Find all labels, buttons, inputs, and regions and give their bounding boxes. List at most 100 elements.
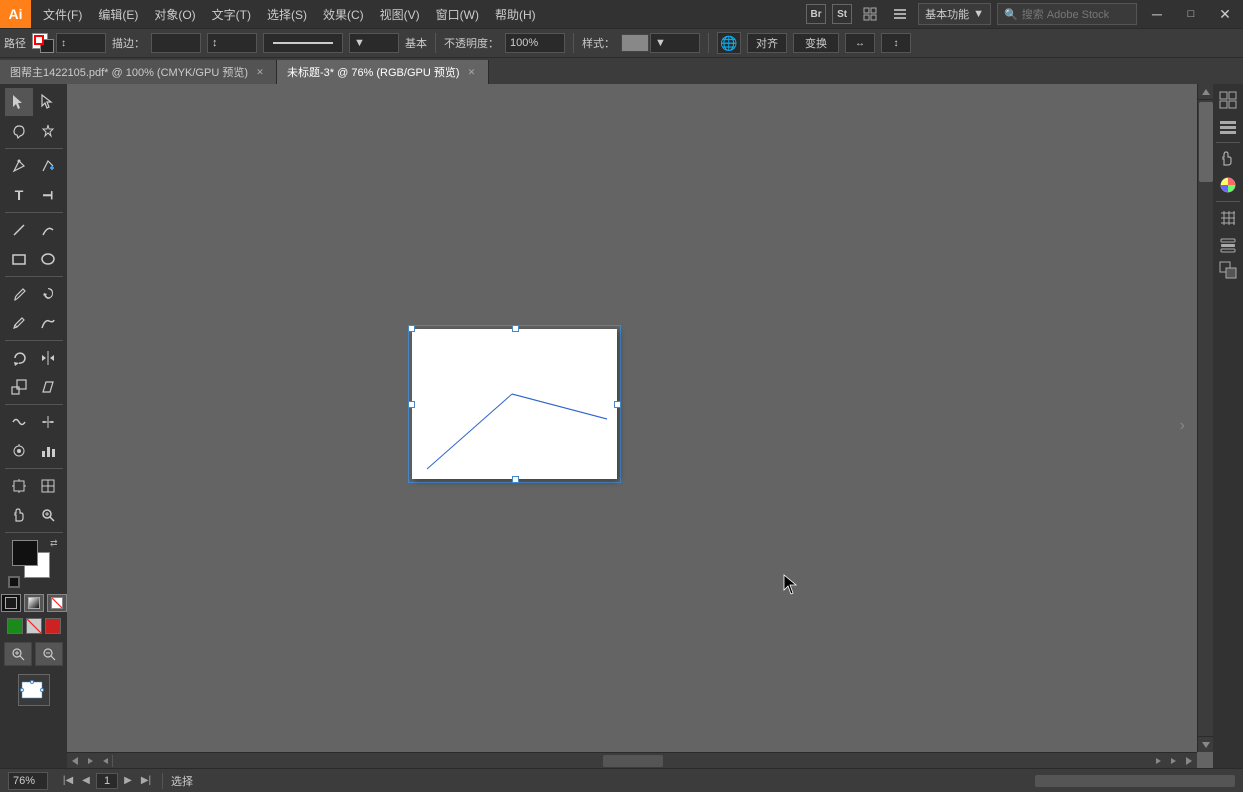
minimize-button[interactable]: ─ — [1143, 0, 1171, 28]
globe-icon[interactable]: 🌐 — [717, 32, 741, 54]
tool-symbol[interactable] — [5, 437, 33, 465]
tool-type[interactable]: T — [5, 181, 33, 209]
menu-window[interactable]: 窗口(W) — [428, 0, 487, 28]
tool-lasso[interactable] — [5, 117, 33, 145]
first-page-button[interactable] — [83, 754, 97, 768]
tool-zoom[interactable] — [34, 501, 62, 529]
tool-ellipse[interactable] — [34, 245, 62, 273]
stroke-dropdown[interactable]: ↕ — [56, 33, 106, 53]
white-indicator[interactable] — [26, 618, 42, 634]
first-page-nav[interactable]: |◀ — [60, 773, 76, 789]
tool-line[interactable] — [5, 216, 33, 244]
tool-hand[interactable] — [5, 501, 33, 529]
menu-effect[interactable]: 效果(C) — [315, 0, 372, 28]
tool-arc[interactable] — [34, 216, 62, 244]
artboard-tool-preview[interactable] — [18, 674, 50, 706]
page-number-input[interactable] — [96, 773, 118, 789]
gradient-mode-btn[interactable] — [24, 594, 44, 612]
tool-smooth[interactable] — [34, 309, 62, 337]
stroke-style-dropdown[interactable]: ▼ — [349, 33, 399, 53]
tool-blob-brush[interactable] — [34, 280, 62, 308]
swap-colors-icon[interactable]: ⇄ — [50, 538, 58, 549]
color-swatches[interactable]: ⇄ — [12, 540, 56, 584]
zoom-input[interactable] — [8, 772, 48, 790]
collapse-right-panel[interactable]: › — [1180, 417, 1185, 435]
tab-2-close[interactable]: ✕ — [466, 66, 478, 78]
panel-btn-color[interactable] — [1216, 173, 1240, 197]
menu-file[interactable]: 文件(F) — [35, 0, 90, 28]
tab-1-close[interactable]: ✕ — [254, 66, 266, 78]
tool-pencil[interactable] — [5, 309, 33, 337]
canvas-area[interactable]: › — [67, 84, 1213, 768]
prev-page-nav[interactable]: ◀ — [78, 773, 94, 789]
foreground-color-swatch[interactable] — [12, 540, 38, 566]
menu-help[interactable]: 帮助(H) — [487, 0, 544, 28]
panel-icon[interactable] — [888, 2, 912, 26]
tool-scale[interactable] — [5, 373, 33, 401]
scroll-thumb-vertical[interactable] — [1199, 102, 1213, 182]
panel-btn-hand[interactable] — [1216, 147, 1240, 171]
scroll-thumb-horizontal[interactable] — [603, 755, 663, 767]
zoom-in-tool-icon[interactable] — [4, 642, 32, 666]
next-page-nav[interactable]: ▶ — [120, 773, 136, 789]
menu-object[interactable]: 对象(O) — [146, 0, 203, 28]
tool-shear[interactable] — [34, 373, 62, 401]
stroke-line-preview[interactable] — [263, 33, 343, 53]
stroke-width-dropdown[interactable]: ↕ — [207, 33, 257, 53]
last-page-button[interactable] — [1167, 754, 1181, 768]
workspace-dropdown[interactable]: 基本功能 ▼ — [918, 3, 991, 25]
scroll-up-button[interactable] — [1198, 84, 1213, 100]
style-fill-box[interactable] — [621, 34, 649, 52]
tool-direct-select[interactable] — [34, 88, 62, 116]
none-mode-btn[interactable] — [47, 594, 67, 612]
next-page-button[interactable] — [1152, 754, 1166, 768]
scroll-left-button[interactable] — [67, 753, 83, 769]
scrollbar-horizontal[interactable] — [67, 752, 1197, 768]
stock-button[interactable]: St — [832, 4, 852, 24]
tool-type-vertical[interactable]: T — [34, 181, 62, 209]
menu-view[interactable]: 视图(V) — [372, 0, 428, 28]
red-indicator[interactable] — [45, 618, 61, 634]
maximize-button[interactable]: □ — [1177, 0, 1205, 28]
menu-edit[interactable]: 编辑(E) — [90, 0, 146, 28]
solid-mode-btn[interactable] — [1, 594, 21, 612]
tool-rotate[interactable] — [5, 344, 33, 372]
tool-add-anchor[interactable] — [34, 152, 62, 180]
transform-button[interactable]: 变换 — [793, 33, 839, 53]
tool-slice[interactable] — [34, 472, 62, 500]
panel-btn-layers[interactable] — [1216, 232, 1240, 256]
panel-btn-grid[interactable] — [1216, 206, 1240, 230]
close-button[interactable]: ✕ — [1211, 0, 1239, 28]
panel-btn-1[interactable] — [1216, 88, 1240, 112]
scroll-right-button[interactable] — [1181, 753, 1197, 769]
tool-reflect[interactable] — [34, 344, 62, 372]
opacity-input[interactable]: 100% — [505, 33, 565, 53]
scroll-down-button[interactable] — [1198, 736, 1213, 752]
reset-colors-icon[interactable] — [8, 576, 20, 588]
tool-artboard[interactable] — [5, 472, 33, 500]
scrollbar-vertical[interactable] — [1197, 84, 1213, 752]
grid-view-icon[interactable] — [858, 2, 882, 26]
prev-page-button[interactable] — [98, 754, 112, 768]
panel-btn-arrange[interactable] — [1216, 258, 1240, 282]
tool-pen[interactable] — [5, 152, 33, 180]
tool-warp[interactable] — [5, 408, 33, 436]
search-stock[interactable]: 🔍 搜索 Adobe Stock — [997, 3, 1137, 25]
green-indicator[interactable] — [7, 618, 23, 634]
tab-2[interactable]: 未标题-3* @ 76% (RGB/GPU 预览) ✕ — [277, 60, 489, 84]
mirror-btn2[interactable]: ↕ — [881, 33, 911, 53]
zoom-out-tool-icon[interactable] — [35, 642, 63, 666]
artboard[interactable] — [412, 329, 617, 479]
menu-text[interactable]: 文字(T) — [204, 0, 259, 28]
align-button[interactable]: 对齐 — [747, 33, 787, 53]
bridge-button[interactable]: Br — [806, 4, 826, 24]
last-page-nav[interactable]: ▶| — [138, 773, 154, 789]
tool-rect[interactable] — [5, 245, 33, 273]
tool-magic-wand[interactable] — [34, 117, 62, 145]
tool-select[interactable] — [5, 88, 33, 116]
mirror-btn[interactable]: ↔ — [845, 33, 875, 53]
tool-chart[interactable] — [34, 437, 62, 465]
stroke-value-input[interactable] — [151, 33, 201, 53]
tab-1[interactable]: 图帮主1422105.pdf* @ 100% (CMYK/GPU 预览) ✕ — [0, 60, 277, 84]
style-dropdown[interactable]: ▼ — [650, 33, 700, 53]
